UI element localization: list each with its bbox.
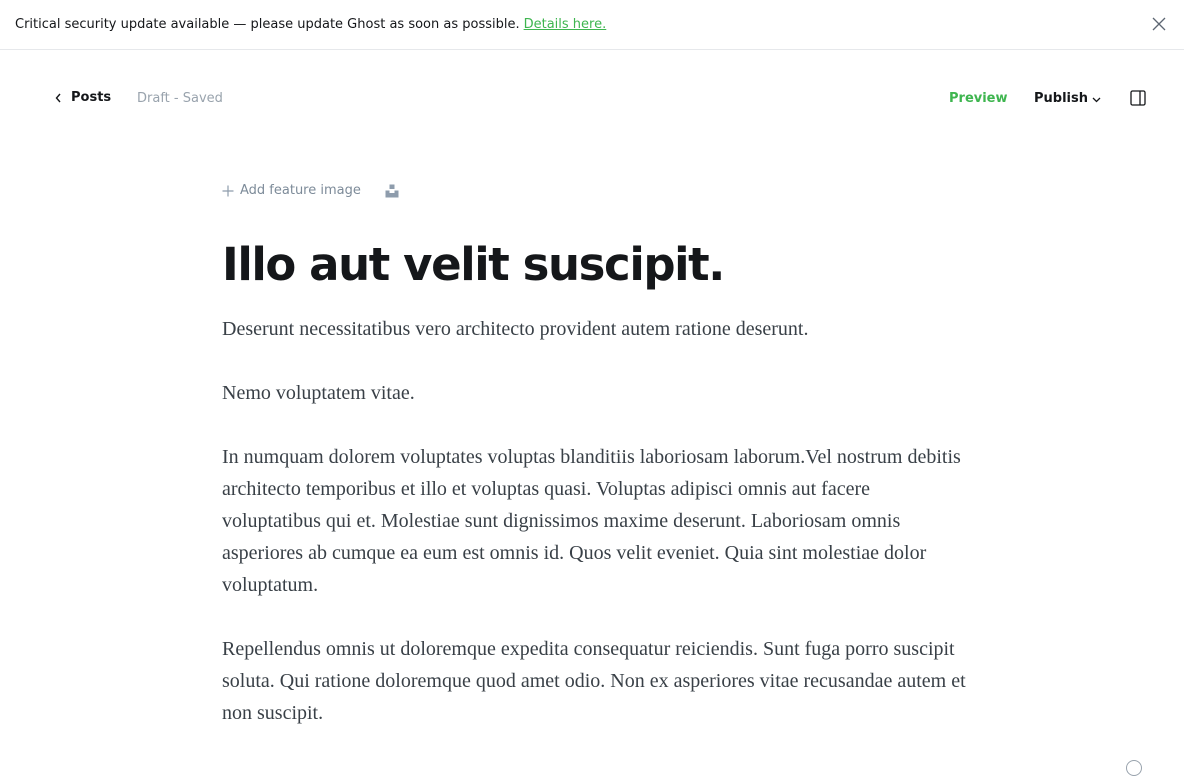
- publish-label: Publish: [1034, 91, 1088, 106]
- banner-message-text: Critical security update available — ple…: [15, 17, 520, 32]
- sidebar-panel-icon[interactable]: [1130, 90, 1146, 106]
- chevron-left-icon: [55, 93, 61, 102]
- banner-details-link[interactable]: Details here.: [524, 17, 607, 32]
- post-content[interactable]: Deserunt necessitatibus vero architecto …: [222, 313, 967, 761]
- post-title[interactable]: Illo aut velit suscipit.: [222, 238, 725, 291]
- back-to-posts-link[interactable]: Posts: [55, 90, 111, 105]
- banner-message: Critical security update available — ple…: [15, 17, 606, 32]
- paragraph: Repellendus omnis ut doloremque expedita…: [222, 638, 966, 724]
- security-notification-banner: Critical security update available — ple…: [0, 0, 1184, 50]
- plus-icon: [222, 185, 234, 196]
- help-icon[interactable]: [1126, 760, 1142, 776]
- chevron-down-icon: [1092, 97, 1101, 102]
- add-feature-image-label: Add feature image: [240, 183, 361, 198]
- paragraph: Deserunt necessitatibus vero architecto …: [222, 318, 809, 340]
- preview-button[interactable]: Preview: [949, 91, 1008, 106]
- paragraph: Nemo voluptatem vitae.: [222, 382, 415, 404]
- close-icon[interactable]: [1152, 17, 1166, 31]
- add-feature-image-button[interactable]: Add feature image: [222, 183, 361, 198]
- publish-button[interactable]: Publish: [1034, 91, 1101, 106]
- paragraph: In numquam dolorem voluptates voluptas b…: [222, 446, 961, 596]
- editor-header: Posts Draft - Saved Preview Publish: [0, 50, 1184, 148]
- back-label: Posts: [71, 90, 112, 105]
- feature-image-row: Add feature image: [222, 183, 399, 198]
- draft-status: Draft - Saved: [137, 91, 223, 106]
- unsplash-icon[interactable]: [385, 184, 399, 198]
